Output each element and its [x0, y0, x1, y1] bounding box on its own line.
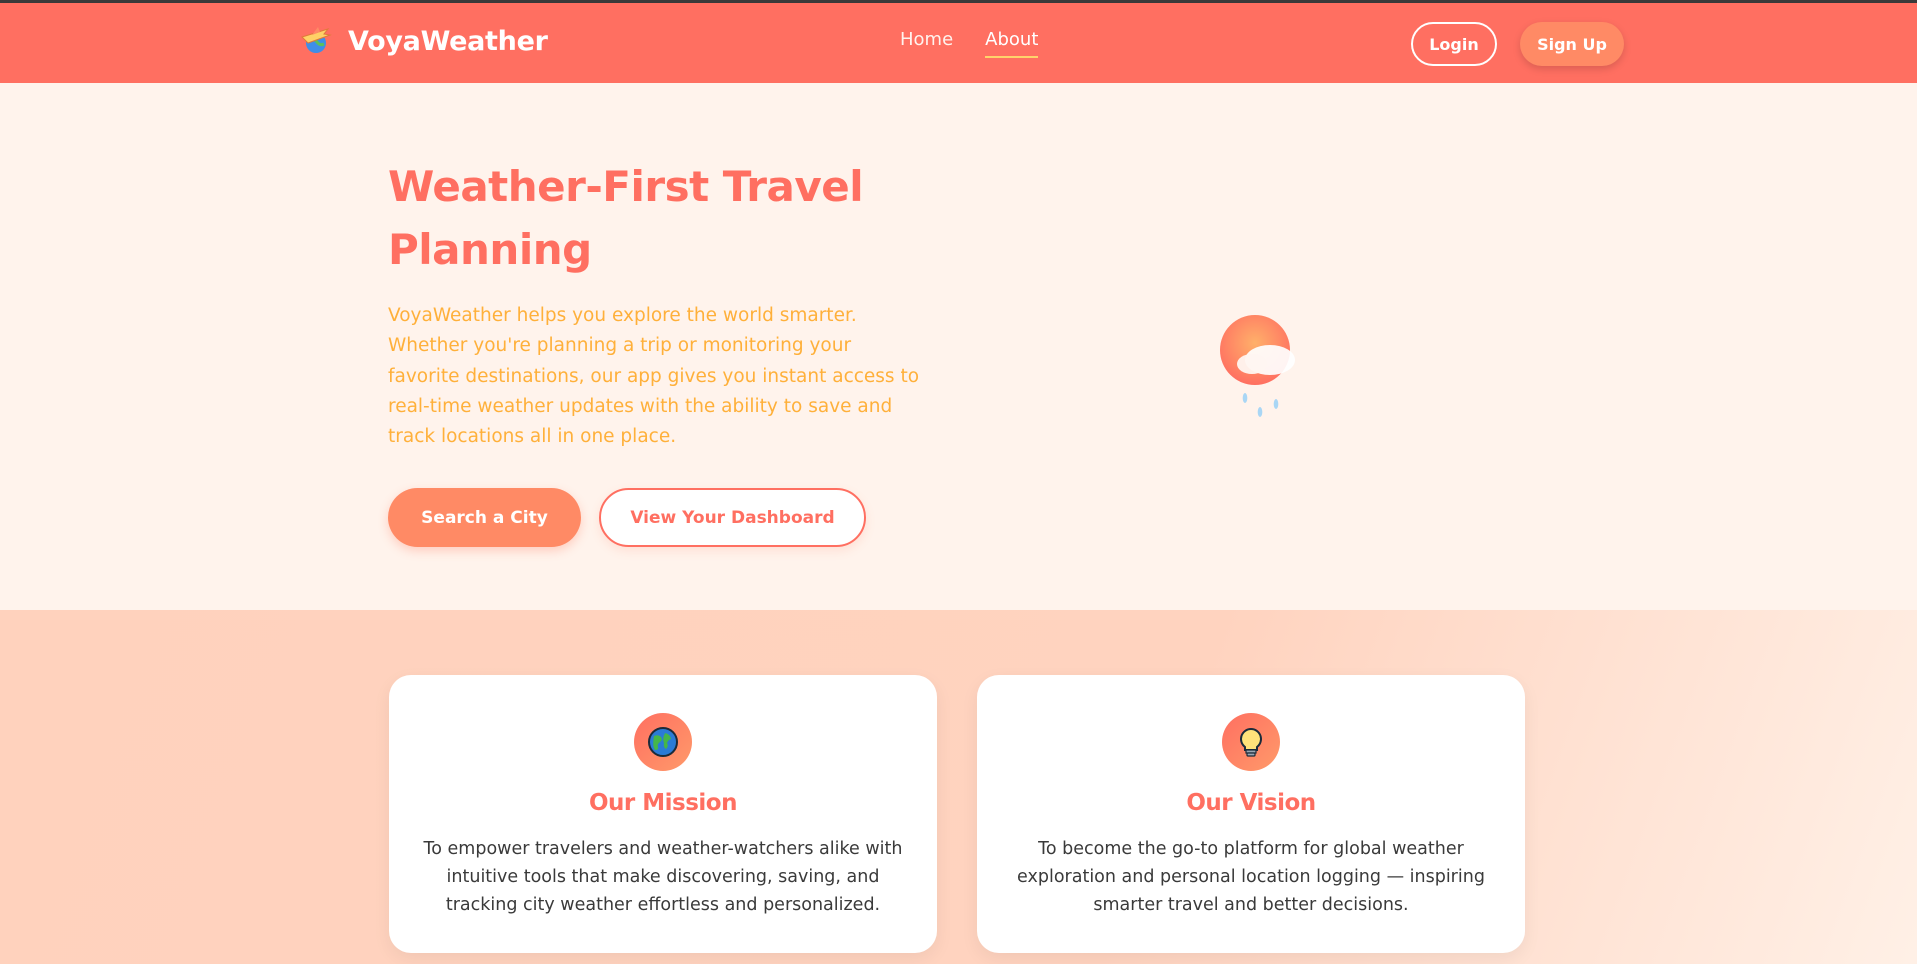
vision-text: To become the go-to platform for global … — [1017, 839, 1485, 915]
login-button[interactable]: Login — [1411, 22, 1497, 66]
nav-link-about[interactable]: About — [985, 29, 1039, 58]
brand-name: VoyaWeather — [348, 25, 548, 57]
navbar: VoyaWeather Home About Login Sign Up — [0, 3, 1917, 83]
airplane-globe-icon — [298, 23, 334, 59]
globe-icon — [634, 713, 692, 771]
signup-button[interactable]: Sign Up — [1520, 22, 1624, 66]
main-nav: Home About — [900, 29, 1039, 58]
hero-section: Weather-First Travel Planning VoyaWeathe… — [0, 83, 1917, 610]
mission-text: To empower travelers and weather-watcher… — [423, 839, 903, 915]
mission-title: Our Mission — [589, 790, 738, 816]
vision-card: Our Vision To become the go-to platform … — [977, 675, 1525, 953]
mission-card: Our Mission To empower travelers and wea… — [389, 675, 937, 953]
search-city-button[interactable]: Search a City — [388, 488, 581, 547]
sun-cloud-rain-icon — [1210, 308, 1310, 418]
hero-title: Weather-First Travel Planning — [388, 162, 864, 274]
nav-link-home[interactable]: Home — [900, 29, 953, 58]
lightbulb-icon — [1222, 713, 1280, 771]
brand-logo[interactable]: VoyaWeather — [298, 23, 548, 59]
view-dashboard-button[interactable]: View Your Dashboard — [599, 488, 866, 547]
hero-description: VoyaWeather helps you explore the world … — [388, 305, 920, 448]
features-section: Our Mission To empower travelers and wea… — [0, 610, 1917, 964]
vision-title: Our Vision — [1186, 790, 1316, 816]
